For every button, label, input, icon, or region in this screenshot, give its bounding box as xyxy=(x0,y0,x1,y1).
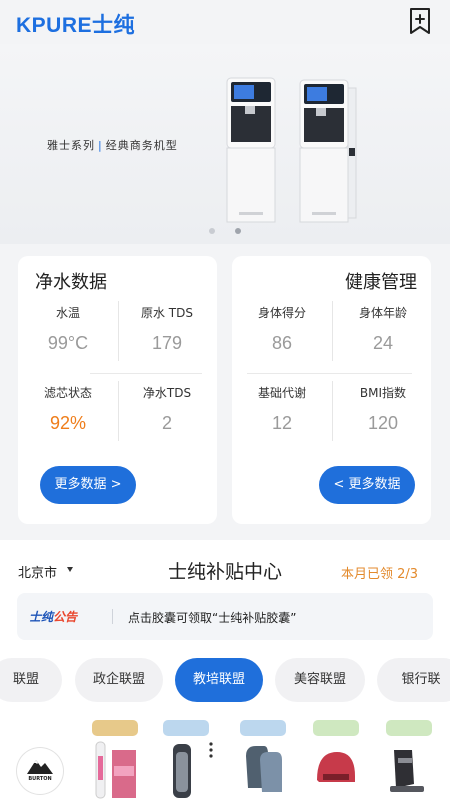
pagination-dot[interactable] xyxy=(209,228,215,234)
metric-filter-status: 滤芯状态 92% xyxy=(23,384,113,434)
metric-label: 滤芯状态 xyxy=(43,386,92,400)
divider xyxy=(118,381,119,441)
banner-tagline: 经典商务机型 xyxy=(105,139,178,152)
snowboard-image xyxy=(95,741,136,799)
subsidy-badge[interactable] xyxy=(92,720,138,736)
product-item[interactable] xyxy=(384,720,434,800)
subsidy-center: 北京市 士纯补贴中心 本月已领 2/3 士纯公告 点击胶囊可领取“士纯补贴胶囊”… xyxy=(0,540,450,800)
metric-basal-metabolism: 基础代谢 12 xyxy=(237,384,327,434)
health-card: 健康管理 身体得分 86 身体年龄 24 基础代谢 12 BMI指数 120 <… xyxy=(232,256,431,524)
mountain-icon xyxy=(27,760,53,774)
metric-value: 2 xyxy=(161,413,172,433)
tab-government-alliance[interactable]: 政企联盟 xyxy=(75,658,163,702)
divider xyxy=(90,373,202,374)
metric-value: 92% xyxy=(49,413,87,433)
subsidy-badge[interactable] xyxy=(386,720,432,736)
metric-label: BMI指数 xyxy=(359,386,407,400)
metric-body-age: 身体年龄 24 xyxy=(338,304,428,354)
subsidy-badge[interactable] xyxy=(163,720,209,736)
divider xyxy=(332,301,333,361)
health-card-title: 健康管理 xyxy=(345,272,417,293)
divider xyxy=(118,301,119,361)
metric-label: 身体年龄 xyxy=(358,306,407,320)
divider xyxy=(247,373,412,374)
banner-series: 雅士系列 xyxy=(47,139,95,152)
subsidy-products: BURTON xyxy=(0,718,450,800)
brand-logo-burton[interactable]: BURTON xyxy=(17,748,63,794)
alliance-tabs: 联盟 政企联盟 教培联盟 美容联盟 银行联 xyxy=(0,658,450,704)
notice-divider xyxy=(112,609,113,624)
banner-separator: | xyxy=(98,139,103,152)
metric-pure-tds: 净水TDS 2 xyxy=(122,384,212,434)
claimed-count: 本月已领 2/3 xyxy=(340,567,418,582)
bookmark-plus-icon[interactable] xyxy=(408,7,432,35)
metric-label: 原水 TDS xyxy=(140,306,193,320)
notice-brand-name: 士纯 xyxy=(29,610,54,624)
tab-beauty-alliance[interactable]: 美容联盟 xyxy=(275,658,365,702)
binding-image xyxy=(390,750,424,792)
metric-label: 基础代谢 xyxy=(257,386,306,400)
product-item[interactable] xyxy=(311,720,361,800)
notice-brand-logo: 士纯公告 xyxy=(29,608,77,625)
metric-bmi: BMI指数 120 xyxy=(338,384,428,434)
gloves-image xyxy=(246,746,282,792)
metric-label: 水温 xyxy=(55,306,80,320)
health-more-data-button[interactable]: < 更多数据 xyxy=(319,466,415,504)
purify-more-data-button[interactable]: 更多数据 > xyxy=(40,466,136,504)
metric-value: 12 xyxy=(271,413,293,433)
board-bag-image xyxy=(173,744,191,798)
product-item[interactable] xyxy=(161,720,211,800)
purify-card-title: 净水数据 xyxy=(35,272,107,293)
metric-value: 86 xyxy=(271,333,293,353)
notice-bar[interactable]: 士纯公告 点击胶囊可领取“士纯补贴胶囊” xyxy=(17,593,433,640)
tab-bank-alliance[interactable]: 银行联 xyxy=(377,658,450,702)
metric-body-score: 身体得分 86 xyxy=(237,304,327,354)
app-header: KPURE士纯 xyxy=(0,0,450,44)
metric-value: 120 xyxy=(367,413,399,433)
subsidy-badge[interactable] xyxy=(313,720,359,736)
banner-caption: 雅士系列 | 经典商务机型 xyxy=(47,137,178,153)
tab-education-alliance[interactable]: 教培联盟 xyxy=(175,658,263,702)
subsidy-badge[interactable] xyxy=(240,720,286,736)
purify-data-card: 净水数据 水温 99°C 原水 TDS 179 滤芯状态 92% 净水TDS 2… xyxy=(18,256,217,524)
metric-label: 净水TDS xyxy=(142,386,192,400)
app-logo: KPURE士纯 xyxy=(16,14,136,37)
product-item[interactable] xyxy=(90,720,140,800)
product-banner[interactable]: 雅士系列 | 经典商务机型 xyxy=(0,44,450,244)
metric-raw-tds: 原水 TDS 179 xyxy=(122,304,212,354)
notice-brand-label: 公告 xyxy=(53,610,78,624)
metric-water-temp: 水温 99°C xyxy=(23,304,113,354)
banner-pagination xyxy=(205,228,245,236)
metric-value: 179 xyxy=(151,333,183,353)
tab-alliance[interactable]: 联盟 xyxy=(0,658,62,702)
brand-name: BURTON xyxy=(28,776,52,782)
water-dispenser-image-left xyxy=(226,77,276,223)
notice-text: 点击胶囊可领取“士纯补贴胶囊” xyxy=(128,611,297,625)
metric-value: 24 xyxy=(372,333,394,353)
product-item[interactable] xyxy=(238,720,288,800)
helmet-image xyxy=(317,752,355,782)
water-dispenser-image-right xyxy=(299,79,357,223)
pagination-dot[interactable] xyxy=(235,228,241,234)
metric-value: 99°C xyxy=(47,333,89,353)
divider xyxy=(332,381,333,441)
metric-label: 身体得分 xyxy=(257,306,306,320)
